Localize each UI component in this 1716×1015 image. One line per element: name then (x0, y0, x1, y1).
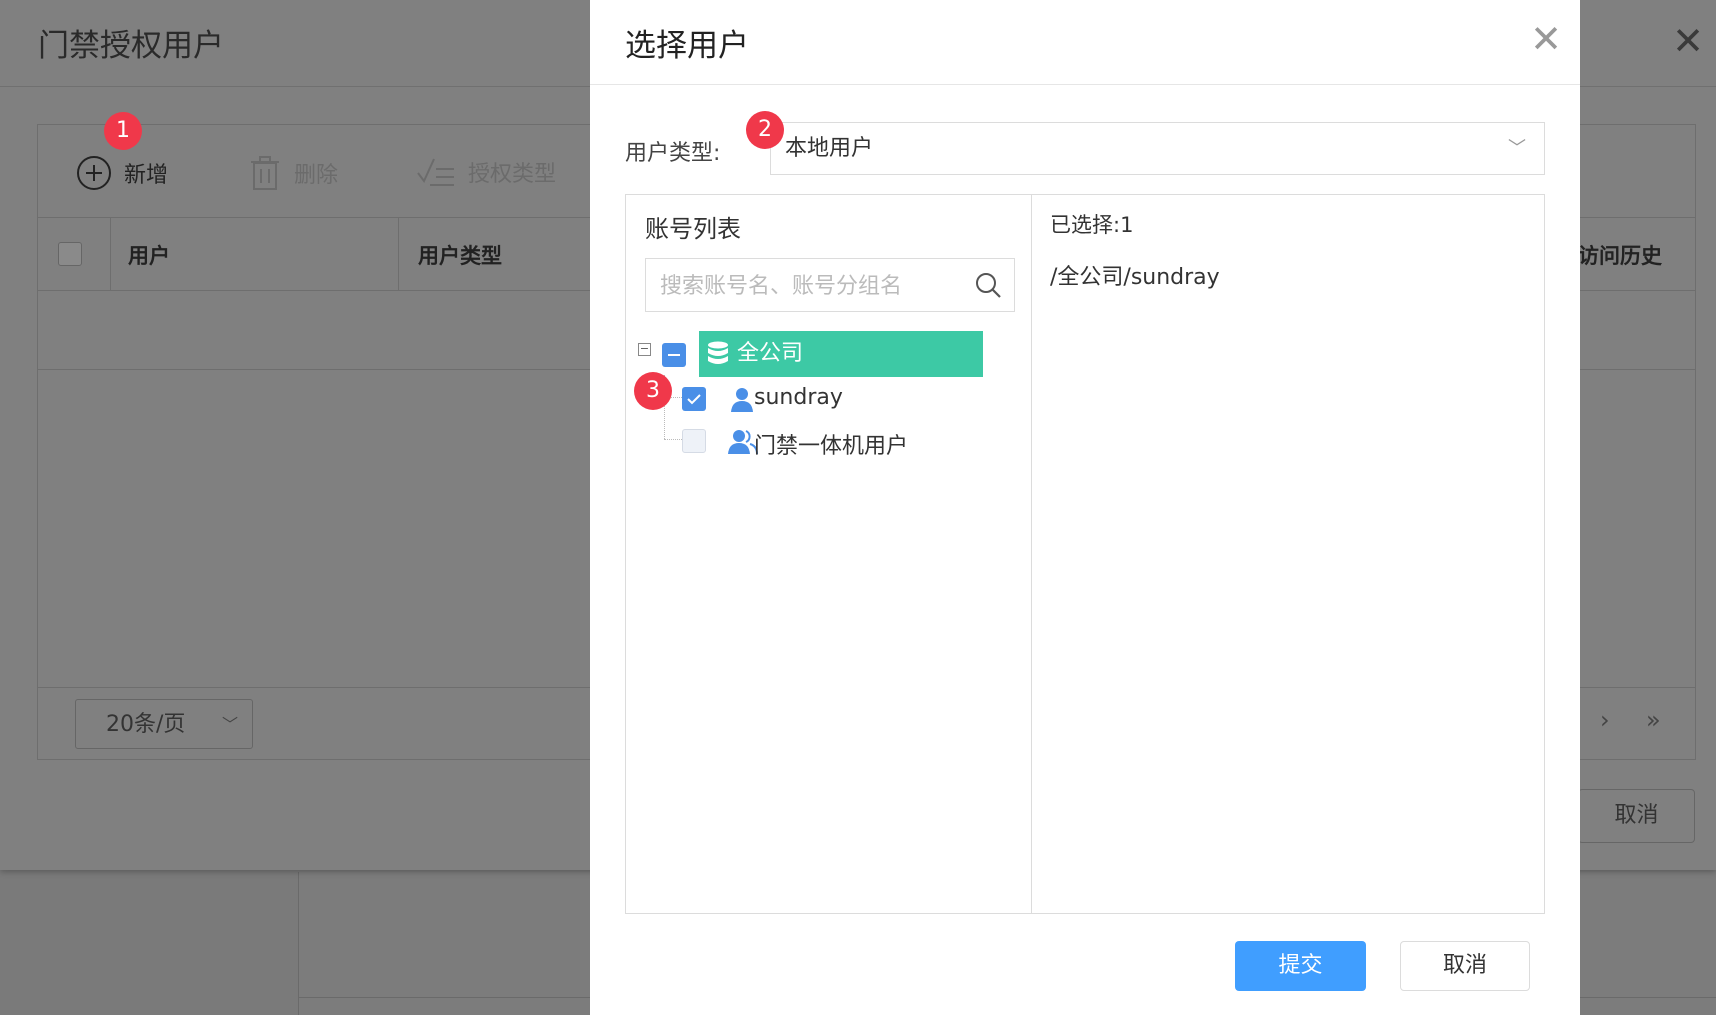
tree-node-sundray[interactable]: sundray (754, 385, 843, 410)
select-all-checkbox[interactable] (58, 242, 82, 266)
modal-header: 选择用户 ✕ (590, 0, 1580, 85)
account-search (645, 258, 1015, 313)
cancel-button[interactable]: 取消 (1400, 941, 1530, 991)
selected-pane: 已选择:1 /全公司/sundray (1032, 195, 1544, 913)
annotation-badge-3: 3 (634, 372, 672, 410)
selected-item: /全公司/sundray (1050, 265, 1220, 290)
modal-title: 选择用户 (625, 28, 749, 64)
chevron-down-icon: ﹀ (1508, 138, 1526, 159)
group-checkbox[interactable] (682, 429, 706, 453)
check-list-icon (417, 158, 454, 186)
account-list-title: 账号列表 (645, 215, 741, 243)
last-page-icon[interactable]: » (1646, 706, 1661, 734)
auth-type-button[interactable]: 授权类型 (416, 155, 556, 189)
annotation-badge-1: 1 (104, 112, 142, 150)
close-icon[interactable]: ✕ (1530, 20, 1562, 58)
chevron-down-icon: ﹀ (221, 715, 238, 734)
root-node-label: 全公司 (737, 341, 804, 366)
user-icon (731, 388, 753, 412)
search-input[interactable] (646, 259, 982, 313)
tree-node-group[interactable]: 门禁一体机用户 (754, 428, 908, 460)
plus-circle-icon (77, 156, 111, 190)
column-access-history: 访问历史 (1578, 244, 1662, 268)
user-type-label: 用户类型: (625, 141, 721, 166)
submit-button[interactable]: 提交 (1235, 941, 1366, 991)
delete-button[interactable]: 删除 (248, 155, 338, 191)
root-checkbox[interactable] (662, 343, 686, 367)
add-button[interactable]: 新增 (76, 155, 168, 191)
next-page-icon[interactable]: › (1600, 706, 1610, 734)
account-list-pane: 账号列表 − 全公司 sundray 门禁一体机用户 (626, 195, 1032, 913)
background-dialog-title: 门禁授权用户 (38, 28, 224, 64)
annotation-badge-2: 2 (746, 111, 784, 149)
user-type-value: 本地用户 (785, 136, 874, 161)
auth-type-label: 授权类型 (468, 162, 557, 187)
select-user-modal: 选择用户 ✕ 用户类型: 本地用户 ﹀ 账号列表 − 全公司 (590, 0, 1580, 1015)
sundray-checkbox[interactable] (682, 387, 706, 411)
tree-node-root[interactable]: 全公司 (699, 331, 983, 377)
column-user: 用户 (128, 244, 170, 268)
background-cancel-button[interactable]: 取消 (1578, 789, 1695, 843)
selected-count: 已选择:1 (1050, 213, 1134, 237)
database-icon (708, 341, 728, 364)
add-label: 新增 (124, 163, 169, 188)
transfer-panel: 账号列表 − 全公司 sundray 门禁一体机用户 (625, 194, 1545, 914)
search-icon[interactable] (974, 271, 1002, 299)
user-type-select[interactable]: 本地用户 ﹀ (770, 122, 1545, 175)
column-user-type: 用户类型 (418, 244, 502, 268)
trash-icon (251, 156, 279, 190)
page-size-select[interactable]: 20条/页 ﹀ (75, 699, 253, 749)
check-icon (687, 394, 701, 405)
tree-collapse-icon[interactable]: − (638, 343, 651, 356)
background-close-icon[interactable]: ✕ (1672, 22, 1704, 60)
delete-label: 删除 (294, 163, 339, 188)
